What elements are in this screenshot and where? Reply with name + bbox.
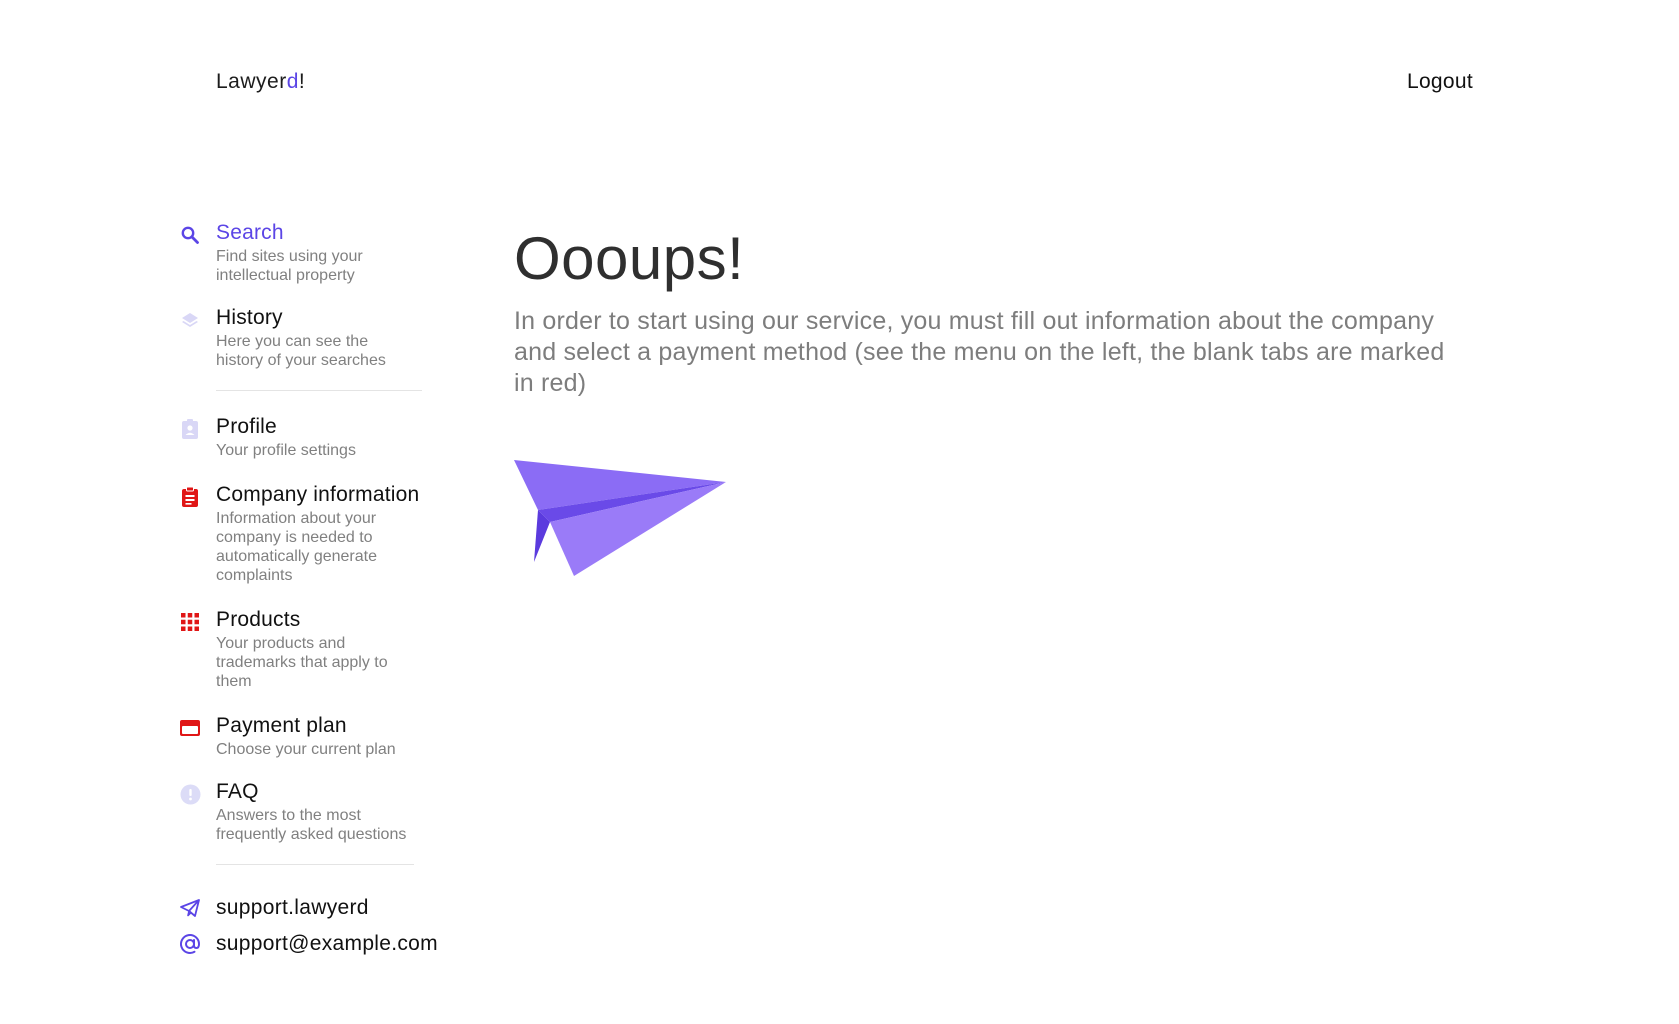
page-title: Oooups! (514, 225, 745, 292)
sidebar-item-description: Choose your current plan (216, 741, 396, 758)
sidebar-item-profile[interactable]: Profile Your profile settings (176, 414, 476, 460)
sidebar-item-description: Find sites using your intellectual prope… (216, 248, 363, 284)
support-telegram-link[interactable]: support.lawyerd (176, 895, 476, 921)
sidebar-item-faq[interactable]: FAQ Answers to the most frequently asked… (176, 779, 476, 844)
logo-suffix: ! (298, 70, 306, 93)
sidebar-item-label: Company information (216, 483, 420, 506)
logo-main: Lawyer (216, 70, 287, 93)
support-contacts: support.lawyerd support@example.com (176, 895, 476, 957)
main-content: Oooups! In order to start using our serv… (514, 226, 1474, 399)
sidebar-item-description: Your profile settings (216, 442, 356, 459)
id-badge-icon (179, 418, 201, 440)
sidebar: Search Find sites using your intellectua… (176, 220, 476, 957)
sidebar-item-description: Here you can see the history of your sea… (216, 333, 386, 369)
sidebar-item-history[interactable]: History Here you can see the history of … (176, 305, 476, 370)
sidebar-item-payment-plan[interactable]: Payment plan Choose your current plan (176, 713, 476, 759)
sidebar-item-products[interactable]: Products Your products and trademarks th… (176, 607, 476, 691)
contact-label: support.lawyerd (216, 896, 369, 919)
sidebar-item-company-information[interactable]: Company information Information about yo… (176, 482, 476, 585)
credit-card-icon (179, 717, 201, 739)
sidebar-item-label: History (216, 306, 283, 329)
search-icon (179, 224, 201, 246)
sidebar-divider (216, 390, 422, 391)
sidebar-item-description: Answers to the most frequently asked que… (216, 807, 407, 843)
app-logo[interactable]: Lawyerd! (216, 70, 305, 94)
sidebar-item-label: Search (216, 221, 284, 244)
logo-accent: d (286, 70, 299, 93)
info-circle-icon (179, 783, 201, 805)
paper-plane-icon (514, 460, 726, 576)
sidebar-item-label: Profile (216, 415, 277, 438)
at-sign-icon (179, 933, 201, 955)
page: Lawyerd! Logout Search Find sites using … (0, 0, 1679, 1024)
contact-label: support@example.com (216, 932, 438, 955)
empty-state-message: In order to start using our service, you… (514, 307, 1445, 397)
sidebar-item-label: FAQ (216, 780, 259, 803)
sidebar-item-description: Information about your company is needed… (216, 510, 377, 584)
sidebar-item-label: Payment plan (216, 714, 347, 737)
support-email-link[interactable]: support@example.com (176, 931, 476, 957)
telegram-icon (179, 897, 201, 919)
sidebar-item-label: Products (216, 608, 301, 631)
sidebar-item-description: Your products and trademarks that apply … (216, 635, 388, 690)
sidebar-divider (216, 864, 414, 865)
clipboard-icon (179, 486, 201, 508)
layers-icon (179, 309, 201, 331)
sidebar-item-search[interactable]: Search Find sites using your intellectua… (176, 220, 476, 285)
logout-button[interactable]: Logout (1407, 70, 1473, 94)
grid-icon (179, 611, 201, 633)
